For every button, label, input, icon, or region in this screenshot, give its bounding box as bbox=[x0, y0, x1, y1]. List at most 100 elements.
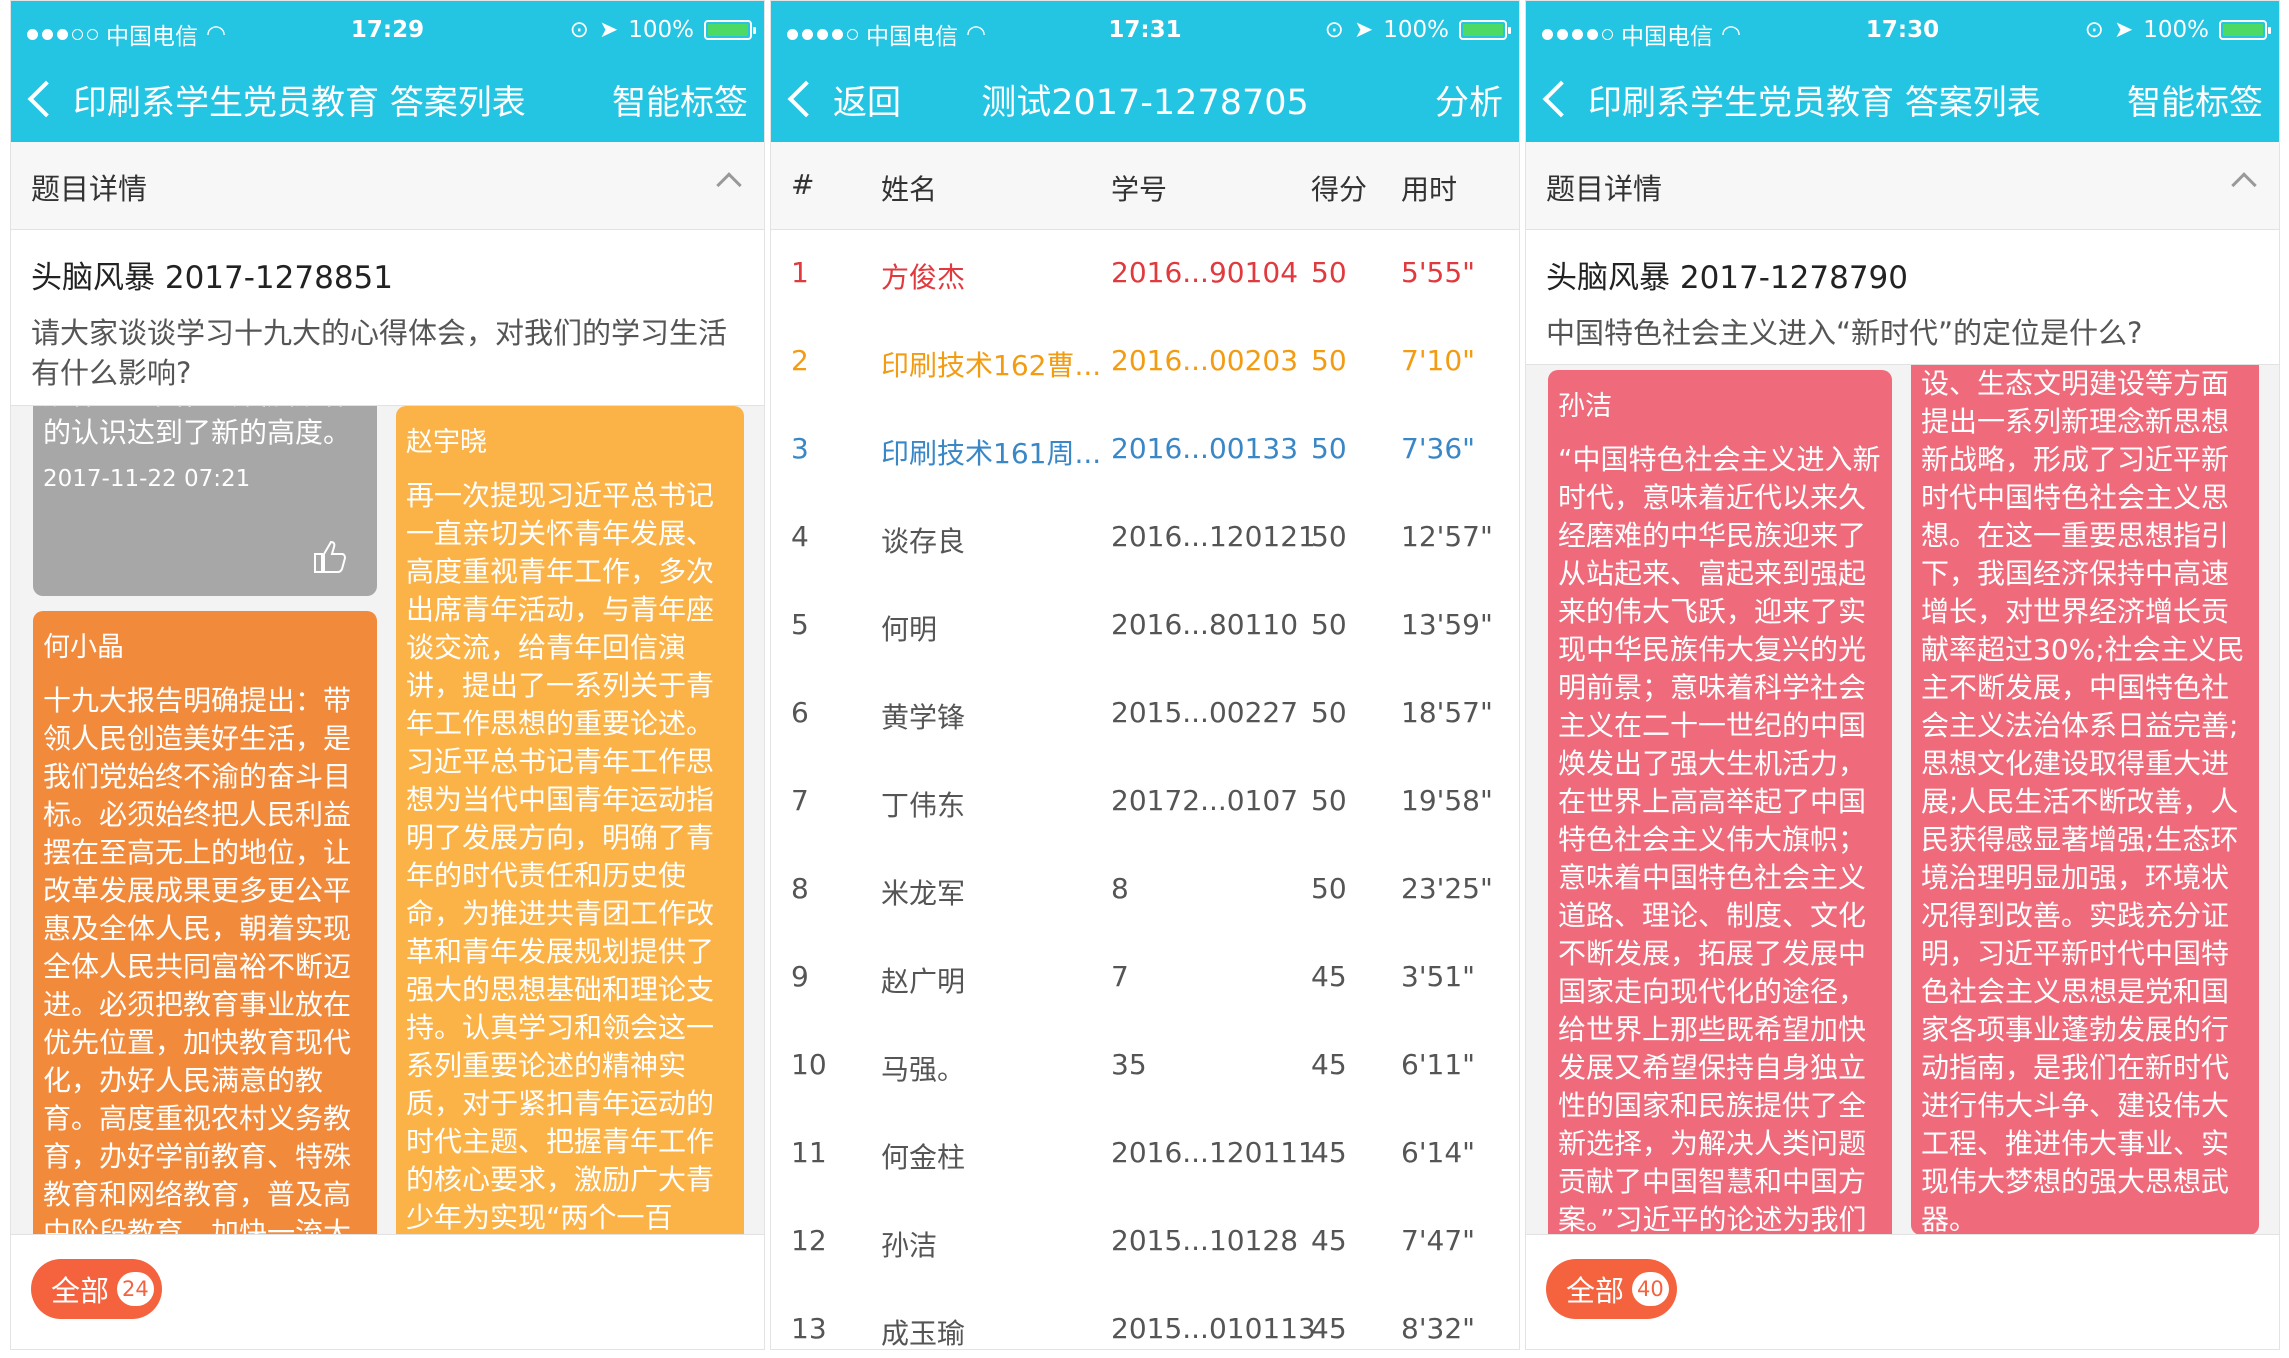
name-cell: 马强。 bbox=[881, 1053, 966, 1086]
location-icon: ➤ bbox=[1353, 17, 1374, 43]
status-bar: 中国电信 ◠ 17:29 ⊙ ➤ 100% bbox=[11, 11, 764, 51]
table-row[interactable]: 5 何明 2016...80110 50 13'59" bbox=[771, 582, 1519, 670]
student-id-cell: 20172...0107 bbox=[1111, 784, 1299, 817]
question-title: 头脑风暴 2017-1278851 bbox=[31, 260, 393, 296]
rank-cell: 3 bbox=[791, 432, 809, 465]
column-header-score[interactable]: 得分 bbox=[1311, 168, 1367, 208]
answer-text: “中国特色社会主义进入新时代，意味着近代以来久经磨难的中华民族迎来了从站起来、富… bbox=[1558, 443, 1881, 1234]
score-cell: 45 bbox=[1311, 1312, 1347, 1345]
name-cell: 黄学锋 bbox=[881, 701, 966, 734]
name-cell: 印刷技术161周... bbox=[881, 437, 1102, 470]
table-row[interactable]: 13 成玉瑜 2015...010113 45 8'32" bbox=[771, 1286, 1519, 1349]
student-id-cell: 2016...90104 bbox=[1111, 256, 1299, 289]
answer-text: 再一次提现习近平总书记一直亲切关怀青年发展、高度重视青年工作，多次出席青年活动，… bbox=[406, 479, 715, 1234]
table-row[interactable]: 4 谈存良 2016...120121 50 12'57" bbox=[771, 494, 1519, 582]
rotation-lock-icon: ⊙ bbox=[1324, 17, 1344, 43]
column-header-name[interactable]: 姓名 bbox=[881, 168, 937, 208]
score-cell: 50 bbox=[1311, 608, 1347, 641]
column-header-student-id[interactable]: 学号 bbox=[1111, 168, 1167, 208]
back-button[interactable]: 印刷系学生党员教育 答案列表 bbox=[11, 75, 526, 124]
thumbs-up-icon[interactable] bbox=[309, 536, 349, 576]
time-cell: 18'57" bbox=[1401, 696, 1493, 729]
name-cell: 方俊杰 bbox=[881, 261, 966, 294]
answer-card[interactable]: 赵宇晓 再一次提现习近平总书记一直亲切关怀青年发展、高度重视青年工作，多次出席青… bbox=[396, 406, 744, 1234]
question-block: 头脑风暴 2017-1278851 请大家谈谈学习十九大的心得体会，对我们的学习… bbox=[11, 230, 764, 406]
battery-label: 100% bbox=[628, 17, 694, 43]
section-label: 题目详情 bbox=[31, 172, 148, 206]
name-cell: 谈存良 bbox=[881, 525, 966, 558]
count-badge: 24 bbox=[117, 1272, 154, 1306]
table-row[interactable]: 12 孙洁 2015...10128 45 7'47" bbox=[771, 1198, 1519, 1286]
rank-cell: 13 bbox=[791, 1312, 827, 1345]
navigation-bar: 中国电信 ◠ 17:30 ⊙ ➤ 100% 印刷系学生党员教育 答案列表 智能标… bbox=[1526, 1, 2279, 142]
table-header: # 姓名 学号 得分 用时 bbox=[771, 142, 1519, 230]
rank-cell: 6 bbox=[791, 696, 809, 729]
chevron-up-icon[interactable] bbox=[2231, 172, 2257, 198]
answer-cards: 规律、人类社会发展规律的认识达到了新的高度。 2017-11-22 07:21 … bbox=[11, 406, 764, 1234]
navigation-bar: 中国电信 ◠ 17:31 ⊙ ➤ 100% 返回 测试2017-1278705 … bbox=[771, 1, 1519, 142]
score-cell: 50 bbox=[1311, 784, 1347, 817]
all-filter-button[interactable]: 全部 40 bbox=[1546, 1259, 1677, 1319]
rotation-lock-icon: ⊙ bbox=[569, 17, 589, 43]
rank-cell: 2 bbox=[791, 344, 809, 377]
column-header-time[interactable]: 用时 bbox=[1401, 168, 1457, 208]
rank-cell: 10 bbox=[791, 1048, 827, 1081]
question-text: 请大家谈谈学习十九大的心得体会，对我们的学习生活有什么影响? bbox=[31, 316, 728, 390]
question-title: 头脑风暴 2017-1278790 bbox=[1546, 260, 1908, 296]
student-id-cell: 2015...010113 bbox=[1111, 1312, 1316, 1345]
score-cell: 50 bbox=[1311, 432, 1347, 465]
answer-text: 规律、人类社会发展规律的认识达到了新的高度。 bbox=[43, 406, 352, 449]
time-cell: 7'47" bbox=[1401, 1224, 1476, 1257]
time-cell: 13'59" bbox=[1401, 608, 1493, 641]
navigation-bar: 中国电信 ◠ 17:29 ⊙ ➤ 100% 印刷系学生党员教育 答案列表 智能标… bbox=[11, 1, 764, 142]
table-row[interactable]: 11 何金柱 2016...120111 45 6'14" bbox=[771, 1110, 1519, 1198]
table-row[interactable]: 9 赵广明 7 45 3'51" bbox=[771, 934, 1519, 1022]
student-id-cell: 8 bbox=[1111, 872, 1129, 905]
table-row[interactable]: 2 印刷技术162曹... 2016...00203 50 7'10" bbox=[771, 318, 1519, 406]
battery-icon bbox=[1459, 20, 1511, 40]
table-row[interactable]: 6 黄学锋 2015...00227 50 18'57" bbox=[771, 670, 1519, 758]
bottom-bar: 全部 40 bbox=[1526, 1234, 2279, 1349]
question-detail-header[interactable]: 题目详情 bbox=[11, 142, 764, 230]
student-id-cell: 2016...00133 bbox=[1111, 432, 1299, 465]
question-block: 头脑风暴 2017-1278790 中国特色社会主义进入“新时代”的定位是什么? bbox=[1526, 230, 2279, 365]
answer-card[interactable]: 规律、人类社会发展规律的认识达到了新的高度。 2017-11-22 07:21 bbox=[33, 406, 377, 596]
smart-tag-button[interactable]: 智能标签 bbox=[2127, 75, 2263, 124]
status-bar: 中国电信 ◠ 17:31 ⊙ ➤ 100% bbox=[771, 11, 1519, 51]
column-header-rank[interactable]: # bbox=[791, 168, 814, 201]
bottom-bar: 全部 24 bbox=[11, 1234, 764, 1349]
question-text: 中国特色社会主义进入“新时代”的定位是什么? bbox=[1546, 316, 2143, 350]
answer-card[interactable]: 孙洁 “中国特色社会主义进入新时代，意味着近代以来久经磨难的中华民族迎来了从站起… bbox=[1548, 370, 1892, 1234]
table-row[interactable]: 8 米龙军 8 50 23'25" bbox=[771, 846, 1519, 934]
score-cell: 45 bbox=[1311, 960, 1347, 993]
all-label: 全部 bbox=[51, 1274, 110, 1308]
time-cell: 12'57" bbox=[1401, 520, 1493, 553]
all-filter-button[interactable]: 全部 24 bbox=[31, 1259, 162, 1319]
rotation-lock-icon: ⊙ bbox=[2084, 17, 2104, 43]
back-button[interactable]: 返回 bbox=[771, 75, 901, 124]
answer-text: 十九大报告明确提出：带领人民创造美好生活，是我们党始终不渝的奋斗目标。必须始终把… bbox=[43, 684, 352, 1234]
table-row[interactable]: 3 印刷技术161周... 2016...00133 50 7'36" bbox=[771, 406, 1519, 494]
table-row[interactable]: 7 丁伟东 20172...0107 50 19'58" bbox=[771, 758, 1519, 846]
time-cell: 5'55" bbox=[1401, 256, 1476, 289]
analysis-button[interactable]: 分析 bbox=[1435, 75, 1503, 124]
question-detail-header[interactable]: 题目详情 bbox=[1526, 142, 2279, 230]
battery-label: 100% bbox=[2143, 17, 2209, 43]
back-label: 印刷系学生党员教育 答案列表 bbox=[1588, 82, 2041, 123]
answer-card[interactable]: 设、生态文明建设等方面提出一系列新理念新思想新战略，形成了习近平新时代中国特色社… bbox=[1911, 365, 2259, 1234]
rank-cell: 11 bbox=[791, 1136, 827, 1169]
table-row[interactable]: 10 马强。 35 45 6'11" bbox=[771, 1022, 1519, 1110]
table-row[interactable]: 1 方俊杰 2016...90104 50 5'55" bbox=[771, 230, 1519, 318]
score-cell: 50 bbox=[1311, 696, 1347, 729]
back-button[interactable]: 印刷系学生党员教育 答案列表 bbox=[1526, 75, 2041, 124]
time-cell: 8'32" bbox=[1401, 1312, 1476, 1345]
smart-tag-button[interactable]: 智能标签 bbox=[612, 75, 748, 124]
chevron-up-icon[interactable] bbox=[716, 172, 742, 198]
name-cell: 米龙军 bbox=[881, 877, 966, 910]
student-id-cell: 2015...10128 bbox=[1111, 1224, 1299, 1257]
student-id-cell: 7 bbox=[1111, 960, 1129, 993]
battery-icon bbox=[704, 20, 756, 40]
answer-card[interactable]: 何小晶 十九大报告明确提出：带领人民创造美好生活，是我们党始终不渝的奋斗目标。必… bbox=[33, 611, 377, 1234]
score-cell: 50 bbox=[1311, 872, 1347, 905]
name-cell: 何金柱 bbox=[881, 1141, 966, 1174]
